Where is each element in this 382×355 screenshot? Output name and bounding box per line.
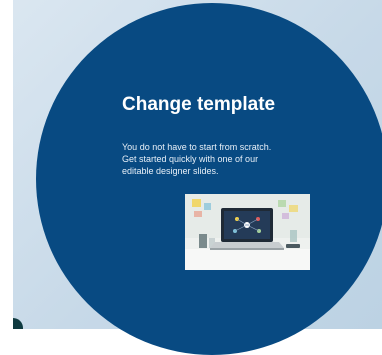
description-line: You do not have to start from scratch. bbox=[122, 142, 272, 152]
description-line: Get started quickly with one of our bbox=[122, 154, 259, 164]
laptop-desk-photo bbox=[185, 194, 310, 270]
feature-circle bbox=[36, 3, 382, 355]
left-edge-strip bbox=[0, 0, 13, 329]
laptop-desk-illustration bbox=[185, 194, 310, 270]
slide-title: Change template bbox=[122, 94, 276, 115]
slide-description: You do not have to start from scratch. G… bbox=[122, 141, 332, 177]
description-line: editable designer slides. bbox=[122, 166, 219, 176]
